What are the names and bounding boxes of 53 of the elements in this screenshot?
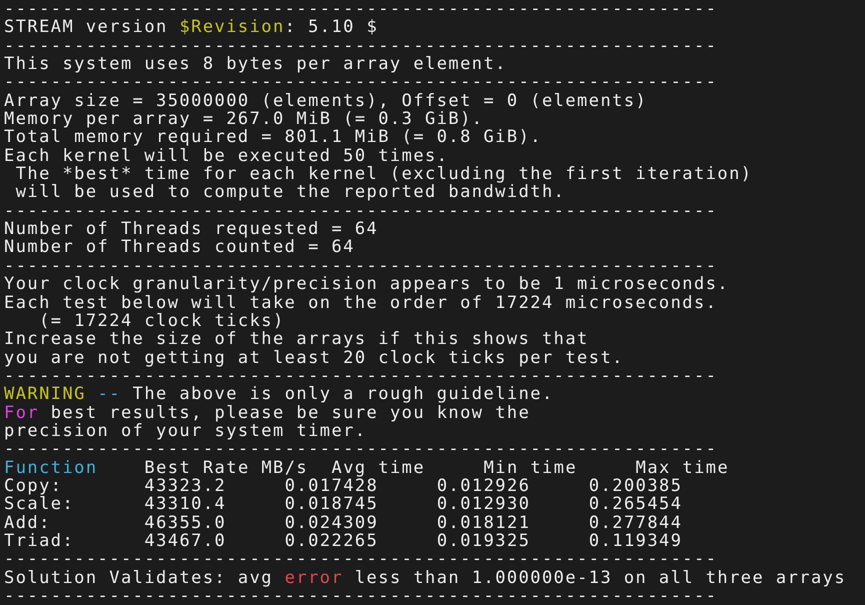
separator-line: ------------------------------------------------------------- (4, 550, 718, 569)
column-header: Avg time (332, 458, 426, 477)
separator-line: ------------------------------------------------------------- (4, 36, 718, 56)
column-header: Min time (484, 458, 578, 477)
output-line: Number of Threads requested = 64 (4, 220, 378, 238)
separator-line: ------------------------------------------------------------- (4, 0, 718, 18)
output-line: Your clock granularity/precision appears to be 1 microseconds. (4, 275, 730, 294)
table-cell: 0.265454 (588, 495, 682, 514)
output-line: Increase the size of the arrays if this shows that (4, 330, 589, 349)
separator-line: ------------------------------------------------------------- (4, 587, 718, 605)
table-cell: 0.277844 (588, 514, 682, 532)
output-line: For best results, please be sure you know the (4, 404, 530, 422)
output-line: The *best* time for each kernel (excluding the first iteration) (14, 165, 752, 184)
separator-line: ------------------------------------------------------------- (4, 73, 718, 92)
output-line: Each test below will take on the order of 17224 microseconds. (4, 294, 718, 312)
column-header: Max time (636, 458, 730, 477)
table-cell-text: Add: (4, 514, 52, 532)
output-line: STREAM version $Revision: 5.10 $ (4, 18, 378, 37)
table-cell: 0.017428 (284, 476, 378, 496)
output-line: This system uses 8 bytes per array element. (4, 55, 507, 74)
table-cell: 0.022265 (284, 532, 378, 550)
output-line: you are not getting at least 20 clock ticks per test. (4, 348, 624, 367)
output-line: will be used to compute the reported bandwidth. (14, 183, 566, 202)
table-cell: 0.012930 (436, 495, 530, 514)
column-header: Best Rate MB/s (144, 458, 308, 477)
table-cell-text: Scale: (4, 495, 76, 514)
separator-line: ------------------------------------------------------------- (4, 256, 718, 276)
output-line: WARNING -- The above is only a rough guideline. (4, 385, 554, 404)
table-cell: 0.019325 (436, 532, 530, 550)
output-line: Array size = 35000000 (elements), Offset = 0 (elements) (4, 92, 648, 110)
output-line: Total memory required = 801.1 MiB (= 0.8 GiB). (4, 128, 542, 147)
table-cell-text: Copy: (4, 476, 64, 496)
table-cell: 46355.0 (144, 514, 226, 532)
table-cell: 43323.2 (144, 476, 226, 496)
table-cell: 0.200385 (588, 476, 682, 496)
output-line: precision of your system timer. (4, 422, 367, 440)
table-cell: 0.119349 (588, 532, 682, 550)
table-cell-text: Triad: (4, 532, 76, 550)
separator-line: ------------------------------------------------------------- (4, 440, 718, 459)
table-cell: 0.018121 (436, 514, 530, 532)
table-cell: 0.018745 (284, 495, 378, 514)
table-cell: 43467.0 (144, 532, 226, 550)
output-line: (= 17224 clock ticks) (38, 312, 285, 330)
output-line: Each kernel will be executed 50 times. (4, 146, 448, 166)
table-cell: 0.012926 (436, 476, 530, 496)
separator-line: ------------------------------------------------------------- (4, 366, 718, 386)
table-cell: 0.024309 (284, 514, 378, 532)
output-line: Memory per array = 267.0 MiB (= 0.3 GiB). (4, 110, 484, 128)
separator-line: ------------------------------------------------------------- (4, 202, 718, 220)
table-cell: 43310.4 (144, 495, 226, 514)
output-line: Number of Threads counted = 64 (4, 238, 355, 257)
output-line: Solution Validates: avg error less than 1.000000e-13 on all three arrays (4, 568, 846, 587)
column-header: Function (4, 458, 99, 477)
